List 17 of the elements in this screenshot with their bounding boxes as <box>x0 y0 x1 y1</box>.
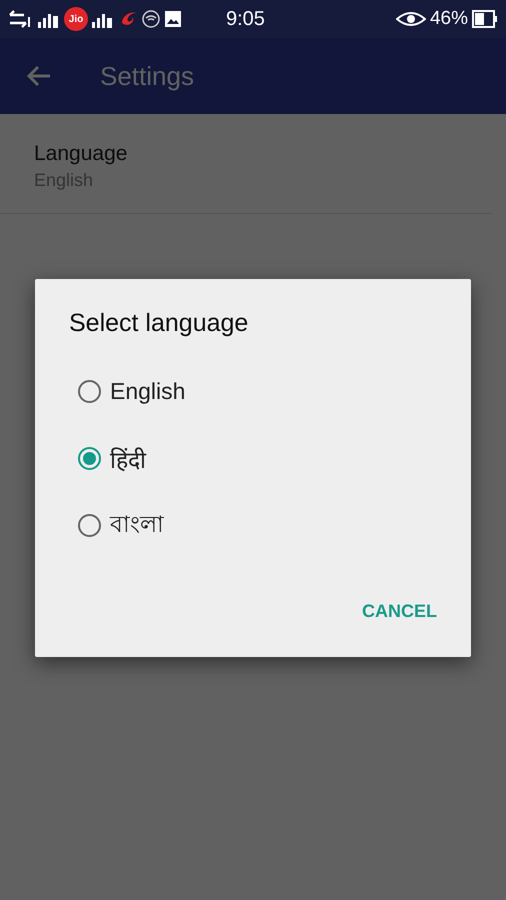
battery-percent: 46% <box>430 8 468 30</box>
screen-title: Settings <box>100 60 194 92</box>
back-arrow-icon[interactable] <box>26 64 52 88</box>
setting-title: Language <box>34 142 128 166</box>
radio-button[interactable] <box>78 447 101 470</box>
option-label[interactable]: हिंदी <box>110 442 146 474</box>
option-label[interactable]: English <box>110 378 186 405</box>
carrier-logo: Jio <box>64 7 88 31</box>
clock-time: 9:05 <box>226 8 266 30</box>
radio-button[interactable] <box>78 380 101 403</box>
eye-icon <box>396 11 426 27</box>
image-icon <box>164 10 182 28</box>
battery-icon <box>472 10 498 28</box>
dialog-title: Select language <box>69 309 250 338</box>
option-label[interactable]: বাংলা <box>110 506 164 545</box>
radio-button[interactable] <box>78 514 101 537</box>
wifi-icon <box>142 10 160 28</box>
